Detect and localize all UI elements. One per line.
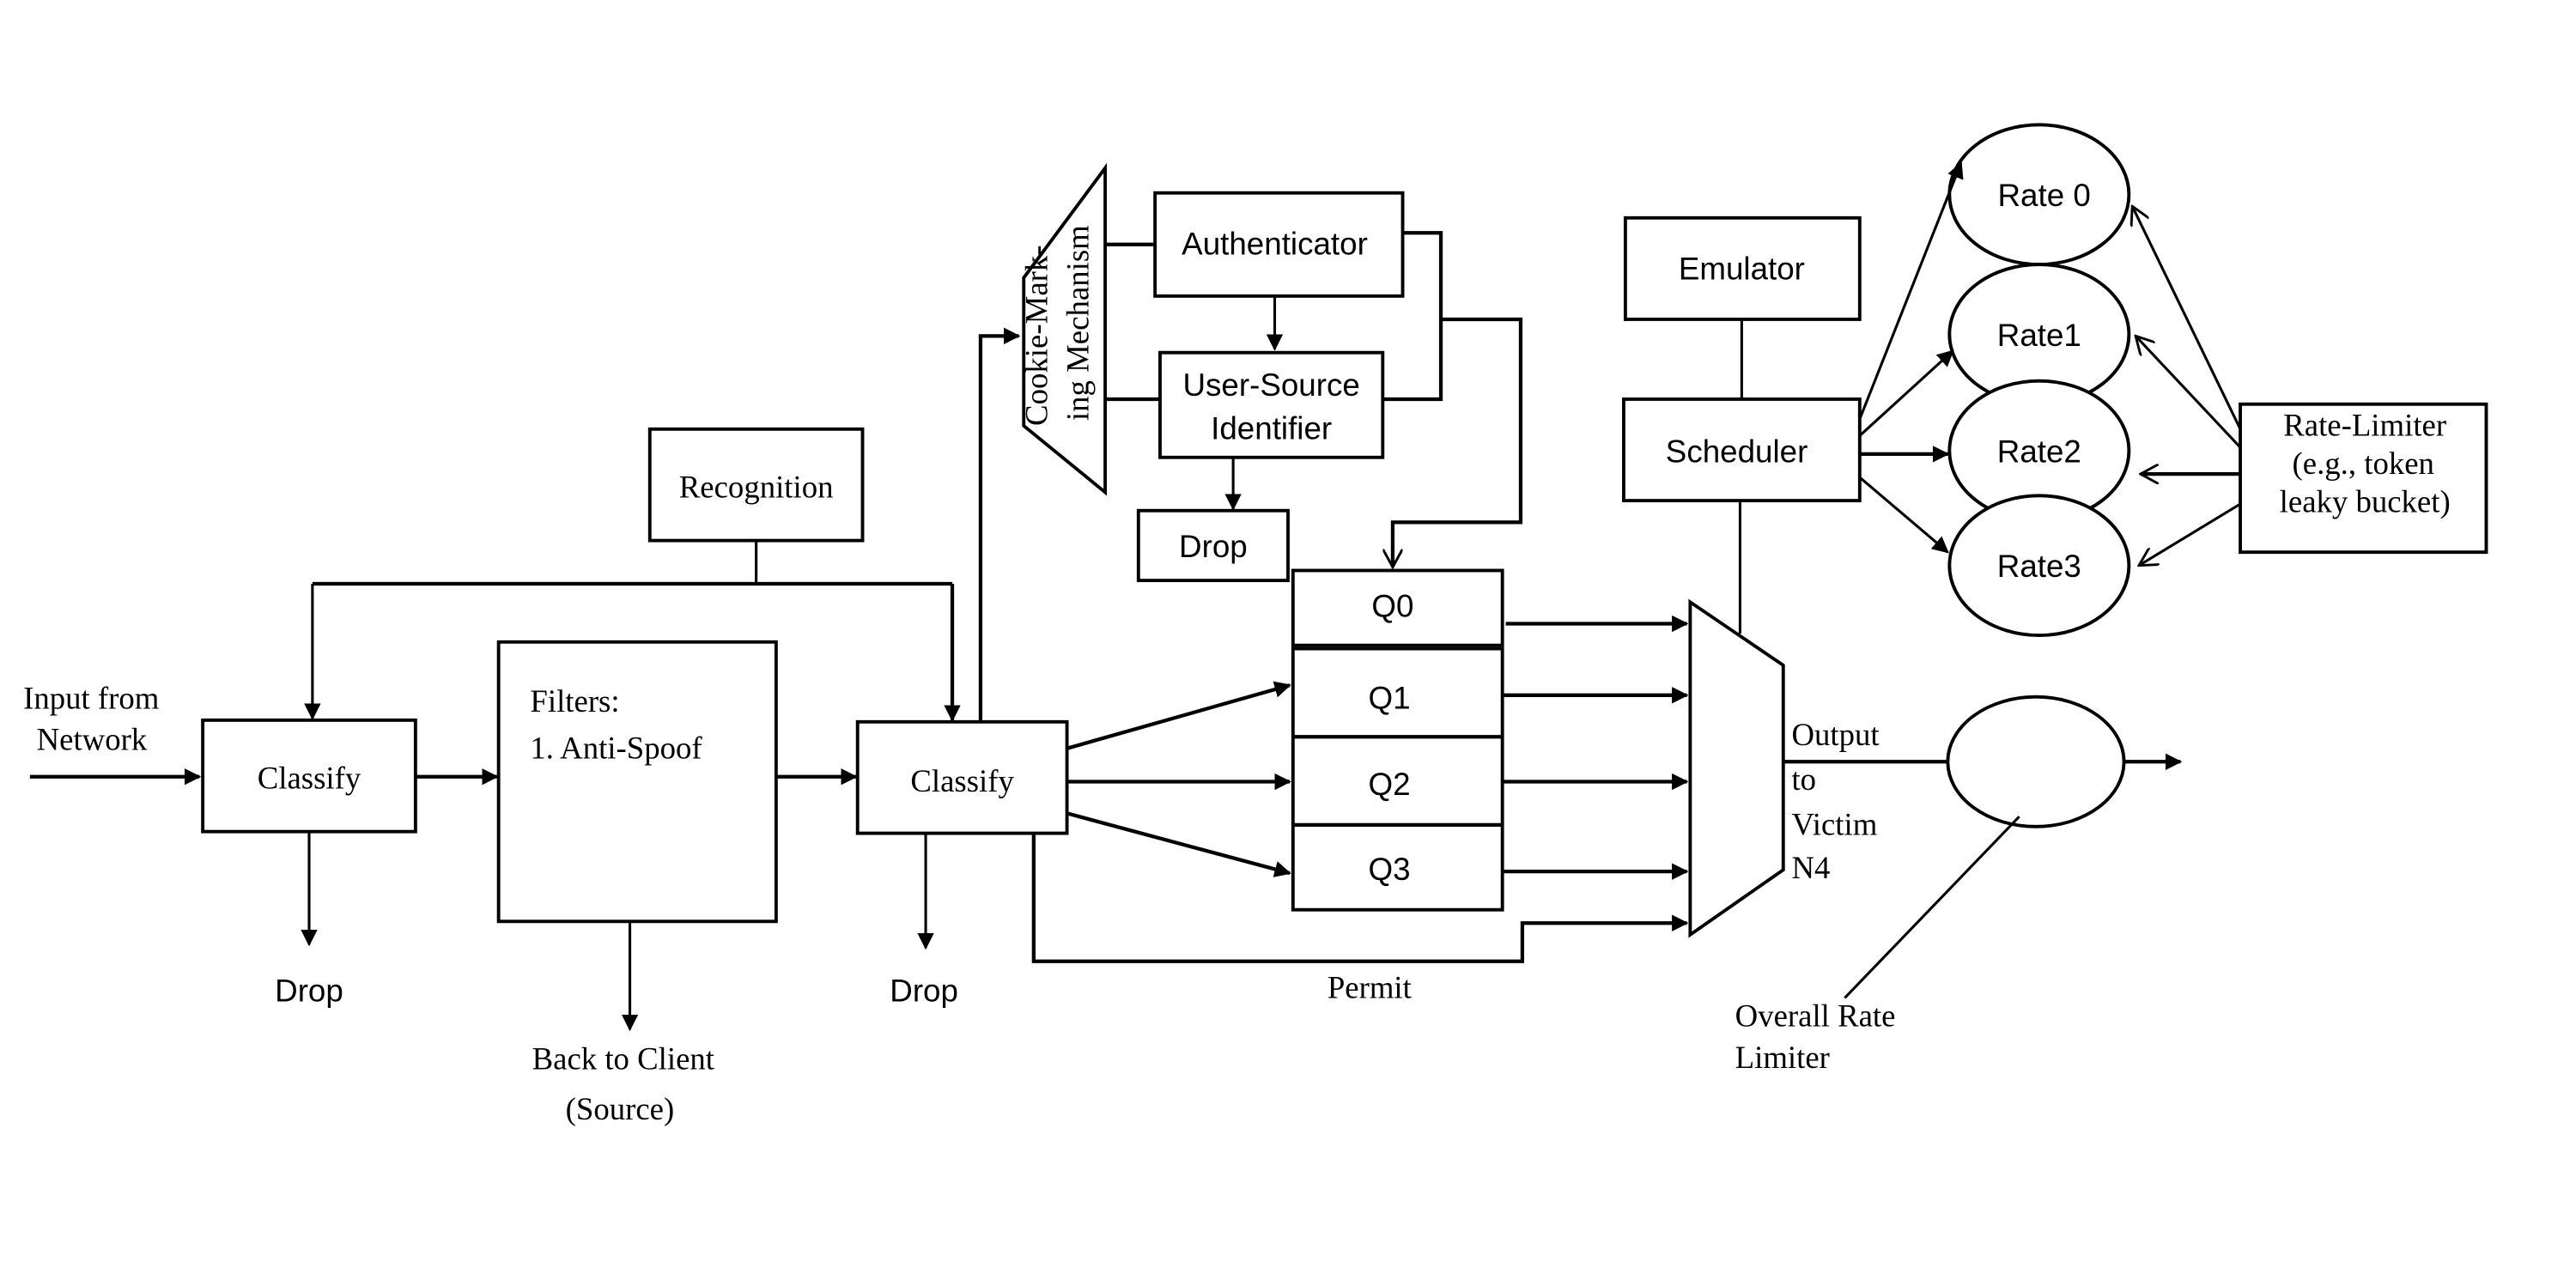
limiter-to-rate1-arrow (2136, 336, 2242, 449)
recognition-box[interactable]: Recognition (647, 427, 865, 543)
overall-rate-limiter-line1: Overall Rate (1735, 998, 1896, 1033)
queue-q3-label: Q3 (1369, 852, 1411, 887)
user-source-identifier-box[interactable]: User-Source Identifier (1158, 350, 1385, 459)
classify2-to-q1-arrow (1066, 681, 1291, 750)
ddos-defense-diagram: Input from Network Classify Drop Recogni… (23, 123, 2488, 1126)
recognition-label: Recognition (679, 469, 834, 504)
rate-circles: Rate 0 Rate1 Rate2 Rate3 (1947, 123, 2131, 637)
rate-limiter-line2: (e.g., token (2293, 446, 2434, 481)
back-to-client-line1: Back to Client (532, 1041, 714, 1077)
cookie-label-line1: Cookie-Mark- (1018, 245, 1054, 426)
emulator-label: Emulator (1679, 251, 1805, 286)
rate-limiter-line1: Rate-Limiter (2283, 408, 2446, 443)
user-source-line2: Identifier (1211, 410, 1332, 446)
authenticator-box[interactable]: Authenticator (1153, 191, 1405, 298)
rate-3-label: Rate3 (1997, 549, 2081, 584)
classify2-to-q3-arrow (1066, 811, 1291, 877)
drop-top-box[interactable]: Drop (1136, 508, 1290, 583)
classify2-to-cookie-arrow (978, 327, 1021, 722)
rate-limiter-line3: leaky bucket) (2280, 484, 2451, 519)
classify-box-1[interactable]: Classify (201, 718, 417, 834)
scheduler-to-rate3-arrow (1858, 476, 1949, 554)
limiter-to-rate3-arrow (2139, 502, 2241, 566)
classify-2-label: Classify (910, 763, 1014, 798)
drop-top-label: Drop (1179, 529, 1248, 564)
cookie-label-line2: ing Mechanism (1060, 225, 1096, 421)
classify-box-2[interactable]: Classify (855, 719, 1069, 835)
rate-1-label: Rate1 (1997, 318, 2081, 353)
overall-rate-limiter-ellipse[interactable] (1946, 695, 2126, 828)
scheduler-label: Scheduler (1666, 434, 1808, 470)
output-multiplexer[interactable] (1688, 598, 1785, 938)
overall-rate-limiter-line2: Limiter (1735, 1040, 1830, 1075)
filters-box[interactable]: Filters: 1. Anti-Spoof (496, 640, 778, 924)
cookie-marking-mechanism[interactable]: Cookie-Mark- ing Mechanism (1018, 162, 1108, 496)
queue-q2-label: Q2 (1369, 767, 1411, 802)
rate-2-label: Rate2 (1997, 434, 2081, 470)
output-label-line3: Victim (1791, 807, 1877, 842)
to-q0-arrow (1393, 317, 1523, 567)
drop-mid-label: Drop (890, 973, 958, 1008)
classify-1-label: Classify (258, 760, 361, 795)
scheduler-to-rate0-arrow (1858, 161, 1964, 420)
filters-item-anti-spoof: 1. Anti-Spoof (530, 730, 702, 765)
limiter-to-rate0-arrow (2132, 206, 2242, 430)
permit-label: Permit (1327, 969, 1412, 1004)
authenticator-label: Authenticator (1182, 226, 1368, 261)
scheduler-box[interactable]: Scheduler (1622, 397, 1862, 503)
scheduler-to-rate1-arrow (1858, 349, 1954, 437)
filters-title: Filters: (530, 683, 619, 719)
input-label-line2: Network (37, 722, 148, 757)
output-label-line4: N4 (1791, 850, 1830, 885)
output-label-line2: to (1791, 761, 1816, 797)
queue-stack: Q0 Q1 Q2 Q3 (1291, 568, 1504, 912)
overall-rate-limiter-pointer (1844, 816, 2020, 999)
input-label-line1: Input from (23, 680, 160, 715)
rate-0-label: Rate 0 (1997, 178, 2090, 213)
output-label-line1: Output (1791, 717, 1879, 752)
user-source-line1: User-Source (1182, 367, 1359, 403)
emulator-box[interactable]: Emulator (1623, 215, 1862, 321)
back-to-client-line2: (Source) (566, 1091, 675, 1126)
queue-q0-label: Q0 (1371, 589, 1413, 624)
queue-q1-label: Q1 (1369, 680, 1411, 715)
input-from-network: Input from Network (23, 680, 202, 786)
drop-left-label: Drop (275, 973, 343, 1008)
rate-limiter-box[interactable]: Rate-Limiter (e.g., token leaky bucket) (2239, 402, 2488, 555)
